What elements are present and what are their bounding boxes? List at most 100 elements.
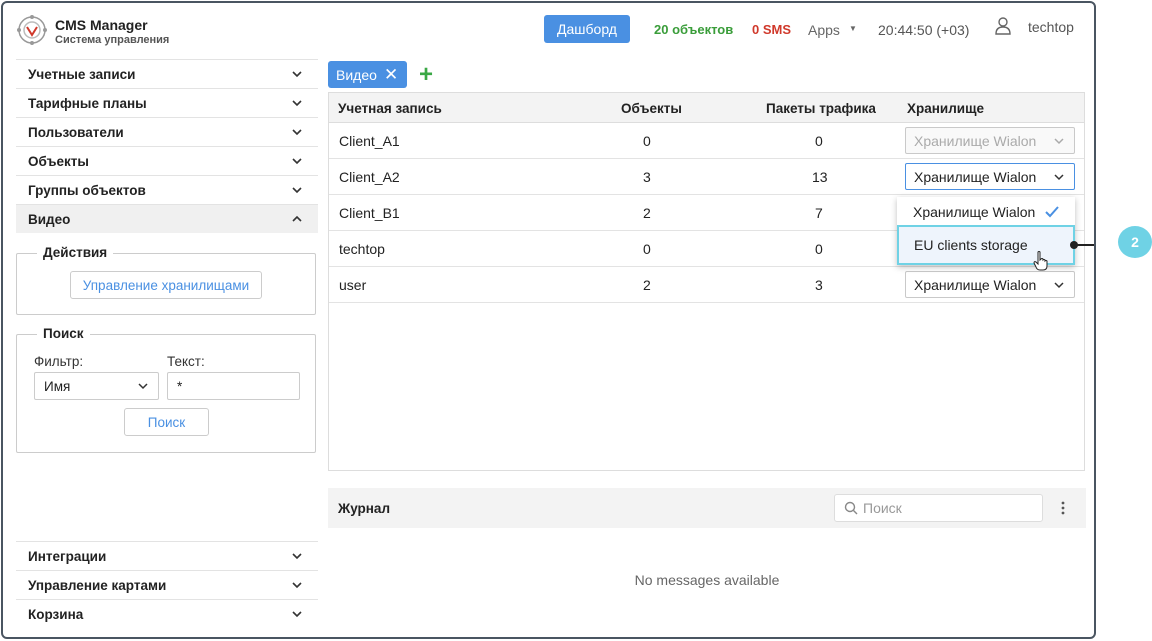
cell-account: techtop [339,241,385,257]
objects-count[interactable]: 20 объектов [654,22,733,37]
chevron-down-icon [292,553,302,560]
sidebar-item-label: Пользователи [28,124,124,140]
dropdown-option-label: Хранилище Wialon [913,204,1036,220]
sidebar-item-users[interactable]: Пользователи [16,117,318,146]
dropdown-option-wialon[interactable]: Хранилище Wialon [897,197,1075,227]
journal-search-placeholder: Поиск [863,500,902,516]
sidebar-item-integrations[interactable]: Интеграции [16,541,318,570]
actions-panel: Действия Управление хранилищами [16,245,316,315]
storage-select: Хранилище Wialon [905,127,1075,154]
sidebar-item-trash[interactable]: Корзина [16,599,318,628]
cell-account: user [339,277,367,293]
search-legend: Поиск [37,326,90,341]
filter-select[interactable]: Имя [34,372,159,400]
chevron-down-icon [292,100,302,107]
checkmark-icon [1045,206,1059,218]
chevron-down-icon [1054,282,1064,289]
cell-objects: 3 [643,169,651,185]
cms-logo-icon [17,15,47,45]
table-header: Учетная запись Объекты Пакеты трафика Хр… [329,93,1084,123]
journal-search-input[interactable]: Поиск [834,494,1043,522]
sidebar-item-label: Учетные записи [28,66,136,82]
more-options-icon[interactable] [1061,500,1065,516]
clock: 20:44:50 (+03) [878,22,970,38]
sidebar-item-accounts[interactable]: Учетные записи [16,59,318,88]
chevron-down-icon [1054,138,1064,145]
sidebar-item-label: Интеграции [28,548,107,564]
table-row[interactable]: Client_A1 0 0 Хранилище Wialon [329,123,1084,159]
column-header-objects[interactable]: Объекты [621,101,682,116]
close-icon[interactable]: ✕ [384,65,398,85]
apps-dropdown-arrow-icon[interactable]: ▼ [849,24,857,33]
column-header-storage[interactable]: Хранилище [907,101,984,116]
column-header-packets[interactable]: Пакеты трафика [766,101,876,116]
sms-count[interactable]: 0 SMS [752,22,791,37]
manage-storage-button[interactable]: Управление хранилищами [70,271,262,299]
chevron-down-icon [292,158,302,165]
chevron-down-icon [292,71,302,78]
sidebar-item-video[interactable]: Видео [16,204,318,233]
sidebar-item-label: Корзина [28,606,84,622]
storage-select-value: Хранилище Wialon [914,168,1037,185]
search-panel: Поиск Фильтр: Текст: Имя * Поиск [16,326,316,453]
sidebar: Учетные записи Тарифные планы Пользовате… [16,59,318,233]
sidebar-item-label: Тарифные планы [28,95,147,111]
sidebar-bottom: Интеграции Управление картами Корзина [16,541,318,628]
app-window: CMS Manager Система управления Дашборд 2… [1,1,1096,639]
cell-objects: 0 [643,133,651,149]
sidebar-item-label: Объекты [28,153,89,169]
storage-select-value: Хранилище Wialon [914,132,1037,149]
tab-label: Видео [336,66,377,83]
filter-label: Фильтр: [34,354,84,369]
storage-select-value: Хранилище Wialon [914,276,1037,293]
storage-select[interactable]: Хранилище Wialon [905,271,1075,298]
hand-cursor-icon [1033,251,1048,271]
cell-account: Client_A2 [339,169,400,185]
search-icon [844,501,858,515]
cell-objects: 2 [643,277,651,293]
chevron-down-icon [292,129,302,136]
accounts-table: Учетная запись Объекты Пакеты трафика Хр… [328,92,1085,471]
filter-select-value: Имя [44,378,71,394]
sidebar-item-objects[interactable]: Объекты [16,146,318,175]
table-row[interactable]: Client_A2 3 13 Хранилище Wialon [329,159,1084,195]
search-button[interactable]: Поиск [124,408,209,436]
chevron-up-icon [292,215,302,222]
text-input[interactable]: * [167,372,300,400]
sidebar-item-label: Группы объектов [28,182,146,198]
cell-packets: 7 [815,205,823,221]
cell-packets: 13 [812,169,828,185]
journal-empty-message: No messages available [634,572,780,588]
column-header-account[interactable]: Учетная запись [338,101,442,116]
user-icon[interactable] [994,16,1012,36]
cell-packets: 0 [815,241,823,257]
username[interactable]: techtop [1028,19,1074,35]
sidebar-item-label: Видео [28,211,71,227]
chevron-down-icon [138,383,148,390]
table-row[interactable]: user 2 3 Хранилище Wialon [329,267,1084,303]
brand-title: CMS Manager [55,17,148,33]
cell-packets: 0 [815,133,823,149]
dropdown-option-label: EU clients storage [914,237,1028,253]
sidebar-item-tariff-plans[interactable]: Тарифные планы [16,88,318,117]
dashboard-button[interactable]: Дашборд [544,15,630,43]
chevron-down-icon [1054,174,1064,181]
callout-badge: 2 [1118,226,1152,258]
cell-account: Client_A1 [339,133,400,149]
text-input-value: * [177,378,183,394]
apps-menu[interactable]: Apps [808,22,840,38]
cell-account: Client_B1 [339,205,400,221]
sidebar-item-map-management[interactable]: Управление картами [16,570,318,599]
sidebar-item-label: Управление картами [28,577,167,593]
tab-video[interactable]: Видео ✕ [328,61,407,88]
chevron-down-icon [292,582,302,589]
cell-packets: 3 [815,277,823,293]
chevron-down-icon [292,187,302,194]
cell-objects: 0 [643,241,651,257]
storage-select[interactable]: Хранилище Wialon [905,163,1075,190]
cell-objects: 2 [643,205,651,221]
chevron-down-icon [292,611,302,618]
sidebar-item-object-groups[interactable]: Группы объектов [16,175,318,204]
add-tab-icon[interactable]: + [419,61,433,89]
actions-legend: Действия [37,245,114,260]
